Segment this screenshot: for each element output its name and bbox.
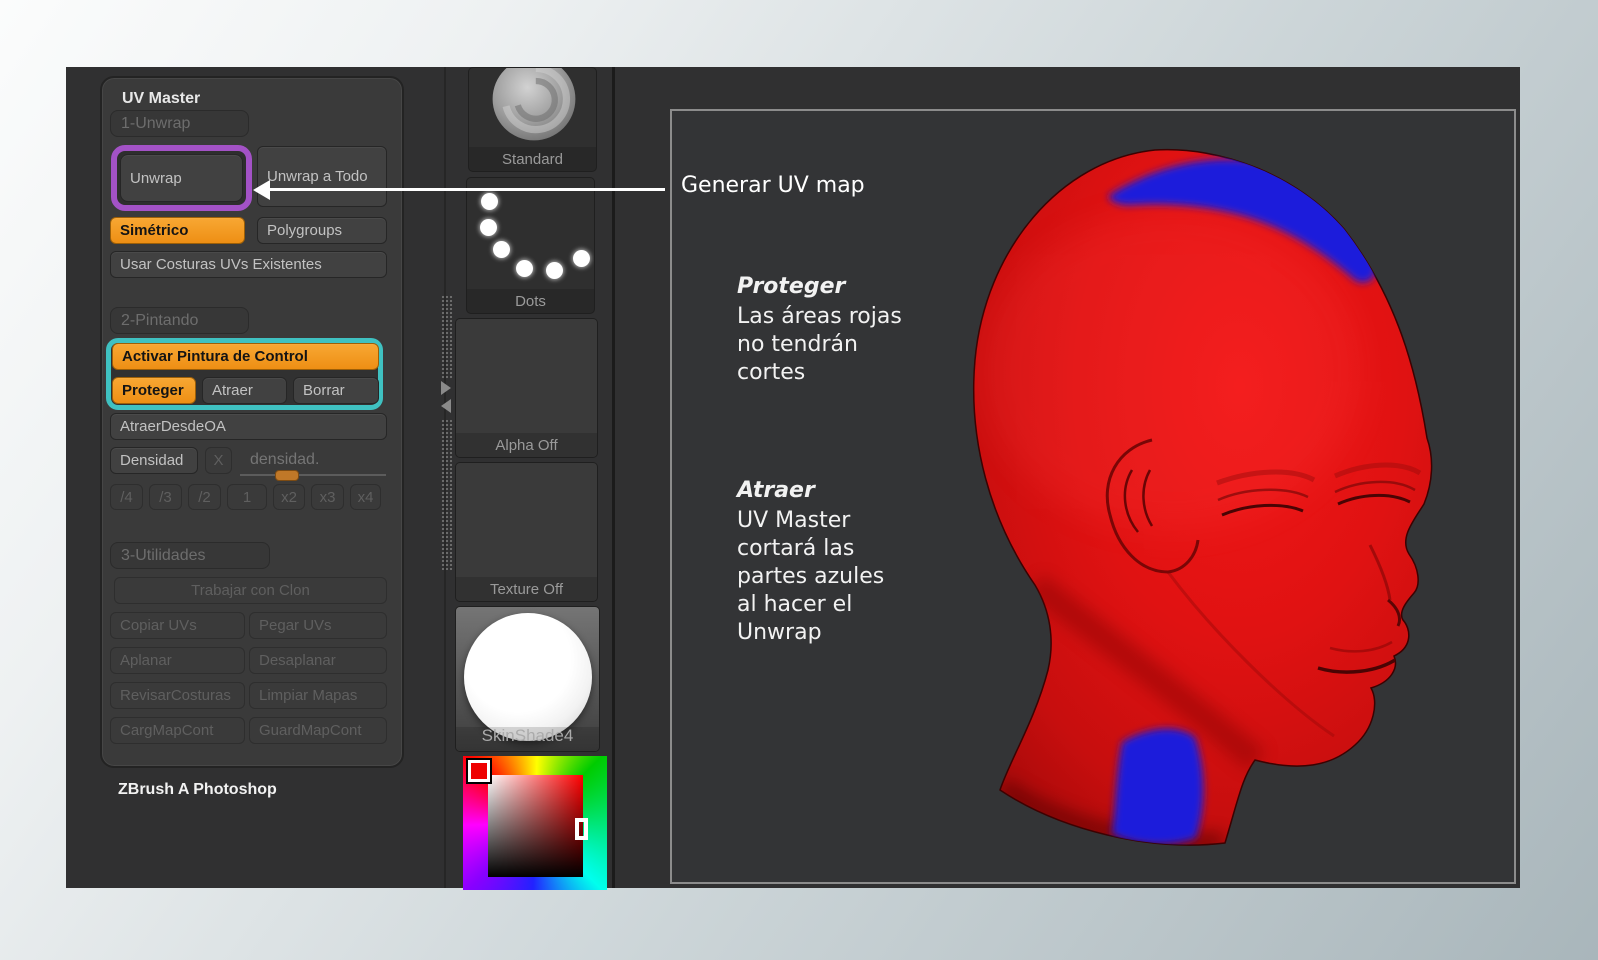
unwrap-highlight-ring: Unwrap (111, 145, 252, 211)
attract-from-ao-button[interactable]: AtraerDesdeOA (110, 413, 387, 440)
mult-div3-button[interactable]: /3 (149, 484, 182, 510)
save-control-map-button[interactable]: GuardMapCont (249, 717, 387, 744)
annotation-protect: Proteger Las áreas rojas no tendrán cort… (737, 273, 902, 387)
callout-arrow-line (269, 188, 665, 191)
material-selector-skinshade4[interactable]: SkinShade4 (455, 606, 600, 752)
stroke-name-label: Dots (515, 293, 546, 310)
annotation-line: cortará las (737, 536, 855, 561)
zbrush-dark-canvas: UV Master 1-Unwrap Unwrap Unwrap a Todo … (66, 67, 1520, 890)
clean-maps-button[interactable]: Limpiar Mapas (249, 682, 387, 709)
alpha-name-label: Alpha Off (495, 437, 558, 454)
annotation-line: cortes (737, 360, 806, 385)
section-header-painting: 2-Pintando (110, 307, 249, 334)
annotation-line: no tendrán (737, 332, 858, 357)
color-cursor-icon[interactable] (575, 818, 588, 840)
section-header-unwrap: 1-Unwrap (110, 110, 249, 137)
saturation-value-square[interactable] (488, 775, 583, 877)
annotation-attract-title: Atraer (737, 478, 815, 503)
density-slider-label: densidad. (250, 451, 320, 468)
copy-uvs-button[interactable]: Copiar UVs (110, 612, 245, 639)
check-seams-button[interactable]: RevisarCosturas (110, 682, 245, 709)
annotation-protect-title: Proteger (737, 274, 846, 299)
attract-toggle[interactable]: Atraer (202, 377, 287, 404)
mult-x4-button[interactable]: x4 (350, 484, 381, 510)
panel-title: UV Master (122, 90, 201, 107)
annotation-line: Las áreas rojas (737, 304, 902, 329)
material-name-label: SkinShade4 (481, 726, 574, 745)
density-button[interactable]: Densidad (110, 447, 198, 474)
unwrap-all-button[interactable]: Unwrap a Todo (257, 146, 387, 207)
annotation-line: al hacer el (737, 592, 853, 617)
unwrap-button[interactable]: Unwrap (120, 154, 243, 202)
divider-arrow-left-icon[interactable] (441, 399, 451, 413)
tray-divider-grip-upper[interactable] (441, 295, 453, 379)
annotation-attract: Atraer UV Master cortará las partes azul… (737, 477, 884, 647)
uv-master-panel: UV Master 1-Unwrap Unwrap Unwrap a Todo … (100, 76, 404, 768)
density-slider[interactable] (240, 470, 386, 481)
mult-x3-button[interactable]: x3 (311, 484, 344, 510)
polygroups-toggle[interactable]: Polygroups (257, 217, 387, 244)
erase-toggle[interactable]: Borrar (293, 377, 379, 404)
brush-selector-standard[interactable]: Standard (468, 67, 597, 172)
divider-arrow-right-icon[interactable] (441, 381, 451, 395)
density-multiplier-row: /4 /3 /2 1 x2 x3 x4 (110, 484, 388, 510)
brush-name-label: Standard (502, 151, 563, 168)
section-header-utilities: 3-Utilidades (110, 542, 270, 569)
texture-selector[interactable]: Texture Off (455, 462, 598, 602)
material-sphere-icon (464, 613, 592, 741)
stroke-selector-dots[interactable]: Dots (466, 177, 595, 314)
symmetric-toggle[interactable]: Simétrico (110, 217, 245, 244)
standard-brush-icon (492, 68, 576, 141)
unflatten-button[interactable]: Desaplanar (249, 647, 387, 674)
annotation-line: Unwrap (737, 620, 822, 645)
tray-divider-grip-lower[interactable] (441, 419, 453, 570)
flatten-button[interactable]: Aplanar (110, 647, 245, 674)
annotation-line: partes azules (737, 564, 885, 589)
texture-name-label: Texture Off (489, 581, 564, 598)
density-x-button[interactable]: X (205, 447, 232, 474)
load-control-map-button[interactable]: CargMapCont (110, 717, 245, 744)
alpha-selector[interactable]: Alpha Off (455, 318, 598, 458)
protect-toggle[interactable]: Proteger (112, 377, 196, 404)
paste-uvs-button[interactable]: Pegar UVs (249, 612, 387, 639)
annotation-line: UV Master (737, 508, 851, 533)
density-slider-handle[interactable] (275, 470, 299, 481)
mult-x2-button[interactable]: x2 (273, 484, 305, 510)
enable-control-painting-toggle[interactable]: Activar Pintura de Control (112, 343, 379, 370)
use-existing-seams-button[interactable]: Usar Costuras UVs Existentes (110, 251, 387, 278)
color-picker[interactable] (463, 756, 607, 890)
mult-div4-button[interactable]: /4 (110, 484, 143, 510)
callout-label: Generar UV map (681, 173, 865, 198)
current-color-swatch[interactable] (466, 758, 492, 784)
mult-1-button[interactable]: 1 (227, 484, 267, 510)
work-on-clone-button[interactable]: Trabajar con Clon (114, 577, 387, 604)
zbrush-to-photoshop-link[interactable]: ZBrush A Photoshop (118, 781, 277, 799)
callout-arrow-icon (253, 180, 270, 200)
mult-div2-button[interactable]: /2 (188, 484, 221, 510)
